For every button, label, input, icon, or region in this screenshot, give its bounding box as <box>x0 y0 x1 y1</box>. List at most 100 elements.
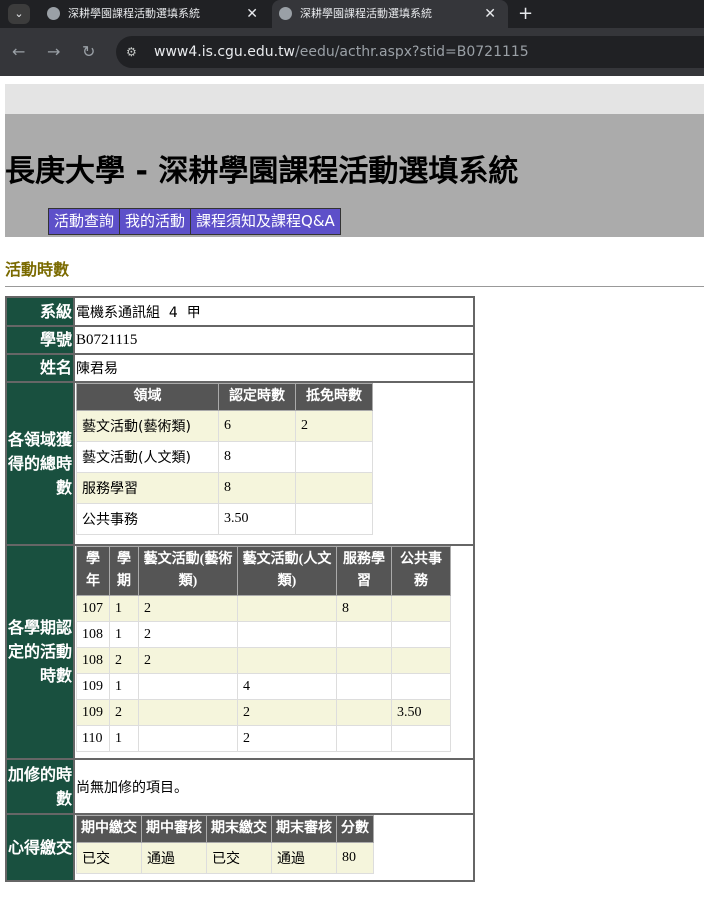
table-cell <box>336 673 392 700</box>
semester-hours-row: 各學期認定的活動時數 學年 學期 藝文活動(藝術類) 藝文活動(人文類) 服務學… <box>7 544 473 758</box>
table-cell: 108 <box>76 647 110 674</box>
final-review-value: 通過 <box>271 842 337 874</box>
globe-icon <box>279 7 292 20</box>
hours-table: 系級 電機系通訊組 4 甲 學號 B0721115 姓名 陳君易 各領域獲得的總… <box>5 296 475 882</box>
table-cell <box>237 621 337 648</box>
dept-row: 系級 電機系通訊組 4 甲 <box>7 298 473 325</box>
table-cell: 2 <box>109 699 139 726</box>
table-header-row: 學年 學期 藝文活動(藝術類) 藝文活動(人文類) 服務學習 公共事務 <box>76 546 451 596</box>
table-cell: 109 <box>76 699 110 726</box>
new-tab-button[interactable]: + <box>518 0 533 28</box>
domain-hours-body: 藝文活動(藝術類) 6 2 藝文活動(人文類) 8 服務學習 8 公共事務 3.50 <box>76 410 373 535</box>
table-header-row: 期中繳交 期中審核 期末繳交 期末審核 分數 <box>76 815 374 843</box>
reflection-label: 心得繳交 <box>7 815 75 880</box>
table-cell <box>391 673 451 700</box>
col-midterm-review: 期中審核 <box>141 815 207 843</box>
table-cell <box>295 472 373 504</box>
table-cell <box>336 725 392 752</box>
table-cell <box>237 647 337 674</box>
table-cell: 4 <box>237 673 337 700</box>
semester-hours-cell: 學年 學期 藝文活動(藝術類) 藝文活動(人文類) 服務學習 公共事務 107 1… <box>75 546 473 758</box>
col-final-submit: 期末繳交 <box>206 815 272 843</box>
id-row: 學號 B0721115 <box>7 325 473 353</box>
table-cell: 公共事務 <box>76 503 219 535</box>
table-row: 已交 通過 已交 通過 80 <box>76 842 374 874</box>
table-cell: 2 <box>109 647 139 674</box>
table-row: 108 2 2 <box>76 647 451 674</box>
forward-icon[interactable]: → <box>47 40 60 64</box>
table-cell: 109 <box>76 673 110 700</box>
close-icon[interactable]: ✕ <box>246 0 258 28</box>
col-arts: 藝文活動(藝術類) <box>138 546 238 596</box>
table-cell <box>138 725 238 752</box>
extra-hours-value: 尚無加修的項目。 <box>76 779 188 796</box>
table-cell <box>391 595 451 622</box>
table-cell: 8 <box>218 472 296 504</box>
name-value: 陳君易 <box>76 361 118 377</box>
top-strip <box>5 84 704 114</box>
url-path: /eedu/acthr.aspx?stid=B0721115 <box>295 44 529 60</box>
table-row: 服務學習 8 <box>76 472 373 504</box>
table-cell: 110 <box>76 725 110 752</box>
section-title: 活動時數 <box>5 260 70 279</box>
col-year: 學年 <box>76 546 110 596</box>
table-cell: 1 <box>109 725 139 752</box>
semester-hours-table: 學年 學期 藝文活動(藝術類) 藝文活動(人文類) 服務學習 公共事務 107 1… <box>76 546 451 752</box>
table-cell <box>295 441 373 473</box>
reload-icon[interactable]: ↻ <box>82 40 95 64</box>
table-cell: 6 <box>218 410 296 442</box>
main-menu: 活動查詢 我的活動 課程須知及課程Q&A <box>48 208 341 235</box>
site-title: 長庚大學 - 深耕學園課程活動選填系統 <box>5 154 519 189</box>
table-cell <box>336 647 392 674</box>
back-icon[interactable]: ← <box>12 40 25 64</box>
table-cell <box>336 699 392 726</box>
table-cell <box>391 725 451 752</box>
table-cell: 藝文活動(藝術類) <box>76 410 219 442</box>
col-service: 服務學習 <box>336 546 392 596</box>
table-cell: 1 <box>109 595 139 622</box>
col-midterm-submit: 期中繳交 <box>76 815 142 843</box>
table-cell: 2 <box>138 595 238 622</box>
table-cell: 1 <box>109 621 139 648</box>
url-host: www4.is.cgu.edu.tw <box>154 44 296 60</box>
table-cell: 8 <box>336 595 392 622</box>
final-submit-value: 已交 <box>206 842 272 874</box>
col-approved: 認定時數 <box>218 383 296 411</box>
url-text[interactable]: www4.is.cgu.edu.tw/eedu/acthr.aspx?stid=… <box>154 36 529 68</box>
domain-hours-cell: 領域 認定時數 抵免時數 藝文活動(藝術類) 6 2 藝文活動(人文類) 8 服務學習 8 公… <box>75 383 473 544</box>
browser-tab-1[interactable]: 深耕學園課程活動選填系統 ✕ <box>40 0 270 28</box>
browser-tab-2[interactable]: 深耕學園課程活動選填系統 ✕ <box>272 0 508 28</box>
menu-course-qa[interactable]: 課程須知及課程Q&A <box>190 208 341 235</box>
site-settings-icon[interactable]: ⚙ <box>126 44 137 60</box>
table-cell: 107 <box>76 595 110 622</box>
divider <box>5 286 704 287</box>
table-cell: 3.50 <box>391 699 451 726</box>
table-cell: 1 <box>109 673 139 700</box>
col-final-review: 期末審核 <box>271 815 337 843</box>
domain-hours-row: 各領域獲得的總時數 領域 認定時數 抵免時數 藝文活動(藝術類) 6 2 藝文活動(人… <box>7 381 473 544</box>
table-row: 109 2 2 3.50 <box>76 699 451 726</box>
tab-title: 深耕學園課程活動選填系統 <box>68 7 200 20</box>
col-waived: 抵免時數 <box>295 383 373 411</box>
table-cell: 藝文活動(人文類) <box>76 441 219 473</box>
reflection-table: 期中繳交 期中審核 期末繳交 期末審核 分數 已交 通過 已交 通過 80 <box>76 815 374 874</box>
table-row: 藝文活動(藝術類) 6 2 <box>76 410 373 442</box>
table-row: 109 1 4 <box>76 673 451 700</box>
midterm-review-value: 通過 <box>141 842 207 874</box>
dept-label: 系級 <box>7 298 75 325</box>
address-bar[interactable]: ⚙ www4.is.cgu.edu.tw/eedu/acthr.aspx?sti… <box>116 36 704 68</box>
col-score: 分數 <box>336 815 374 843</box>
tab-title: 深耕學園課程活動選填系統 <box>300 7 432 20</box>
browser-tab-bar: ⌄ 深耕學園課程活動選填系統 ✕ 深耕學園課程活動選填系統 ✕ + <box>0 0 704 28</box>
tab-search-button[interactable]: ⌄ <box>8 4 30 24</box>
menu-activity-search[interactable]: 活動查詢 <box>48 208 121 235</box>
reflection-row: 心得繳交 期中繳交 期中審核 期末繳交 期末審核 分數 已交 通過 已交 通過 … <box>7 813 473 880</box>
reflection-cell: 期中繳交 期中審核 期末繳交 期末審核 分數 已交 通過 已交 通過 80 <box>75 815 473 880</box>
name-row: 姓名 陳君易 <box>7 353 473 381</box>
menu-my-activities[interactable]: 我的活動 <box>119 208 192 235</box>
close-icon[interactable]: ✕ <box>484 0 496 28</box>
table-row: 107 1 2 8 <box>76 595 451 622</box>
table-cell: 2 <box>237 699 337 726</box>
table-cell: 2 <box>138 647 238 674</box>
table-cell: 2 <box>295 410 373 442</box>
